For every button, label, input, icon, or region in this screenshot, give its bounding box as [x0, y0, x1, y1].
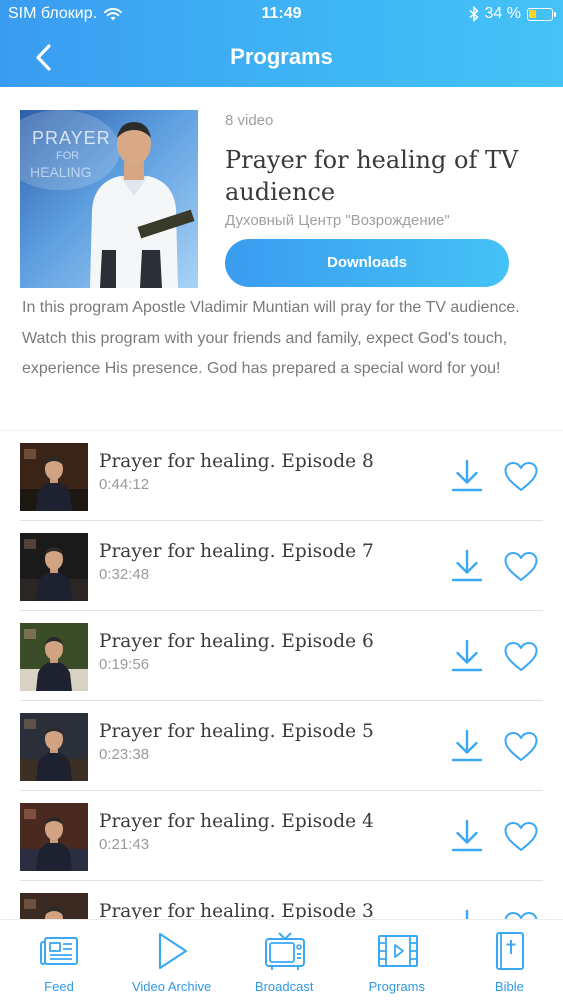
download-icon — [451, 729, 483, 762]
episode-thumbnail — [20, 893, 88, 919]
download-icon — [451, 549, 483, 582]
episode-favorite-button[interactable] — [503, 821, 539, 853]
tab-bar: Feed Video Archive Broadcast Programs Bible — [0, 919, 563, 1000]
program-title: Prayer for healing of TV audience — [225, 146, 519, 206]
tab-label: Feed — [44, 979, 74, 994]
film-icon — [377, 935, 418, 967]
heart-icon — [504, 462, 538, 491]
heart-icon — [504, 912, 538, 919]
episode-row[interactable]: Prayer for healing. Episode 5 0:23:38 — [0, 701, 563, 791]
episode-duration: 0:19:56 — [99, 656, 150, 673]
episode-title: Prayer for healing. Episode 3 — [99, 901, 374, 919]
heart-icon — [504, 732, 538, 761]
episode-thumbnail — [20, 443, 88, 511]
tab-label: Programs — [368, 979, 425, 994]
episode-download-button[interactable] — [450, 638, 484, 674]
episode-title: Prayer for healing. Episode 4 — [99, 811, 374, 832]
episode-row[interactable]: Prayer for healing. Episode 3 — [0, 881, 563, 919]
episode-download-button[interactable] — [450, 818, 484, 854]
newspaper-icon — [40, 937, 78, 965]
episode-favorite-button[interactable] — [503, 641, 539, 673]
tab-feed[interactable]: Feed — [3, 920, 115, 1000]
episode-list: Prayer for healing. Episode 8 0:44:12 Pray… — [0, 430, 563, 919]
episode-download-button[interactable] — [450, 458, 484, 494]
episode-row[interactable]: Prayer for healing. Episode 7 0:32:48 — [0, 521, 563, 611]
episode-thumbnail — [20, 713, 88, 781]
download-icon — [451, 459, 483, 492]
episode-title: Prayer for healing. Episode 8 — [99, 451, 374, 472]
battery-fill — [529, 9, 536, 18]
episode-duration: 0:44:12 — [99, 476, 150, 493]
battery-icon — [527, 7, 556, 21]
episode-row[interactable]: Prayer for healing. Episode 8 0:44:12 — [0, 431, 563, 521]
heart-icon — [504, 642, 538, 671]
episode-duration: 0:21:43 — [99, 836, 150, 853]
top-bar: SIM блокир. 11:49 34 % Programs — [0, 0, 563, 87]
battery-percent: 34 % — [484, 5, 521, 22]
download-icon — [465, 909, 469, 919]
heart-icon — [504, 552, 538, 581]
preacher-figure — [20, 110, 195, 288]
nav-bar: Programs — [0, 30, 563, 87]
program-description: In this program Apostle Vladimir Muntian… — [22, 299, 520, 377]
play-icon — [158, 932, 187, 970]
episode-title: Prayer for healing. Episode 7 — [99, 541, 374, 562]
episode-duration: 0:23:38 — [99, 746, 150, 763]
tab-programs[interactable]: Programs — [341, 920, 453, 1000]
status-bar: SIM блокир. 11:49 34 % — [0, 0, 563, 30]
program-content: PRAYER FOR HEALING 8 video Prayer for he… — [0, 87, 563, 919]
tab-video-archive[interactable]: Video Archive — [116, 920, 228, 1000]
tab-label: Video Archive — [131, 979, 212, 994]
downloads-button[interactable]: Downloads — [225, 239, 509, 287]
episode-favorite-button[interactable] — [503, 911, 539, 919]
video-count: 8 video — [225, 112, 274, 129]
tab-bible[interactable]: Bible — [453, 920, 563, 1000]
episode-download-button[interactable] — [450, 908, 484, 919]
episode-download-button[interactable] — [450, 728, 484, 764]
download-icon — [451, 819, 483, 852]
episode-duration: 0:32:48 — [99, 566, 150, 583]
episode-row[interactable]: Prayer for healing. Episode 6 0:19:56 — [0, 611, 563, 701]
episode-favorite-button[interactable] — [503, 551, 539, 583]
bluetooth-icon — [469, 6, 479, 22]
episode-thumbnail — [20, 533, 88, 601]
tab-broadcast[interactable]: Broadcast — [228, 920, 340, 1000]
tab-label: Bible — [494, 979, 524, 994]
episode-title: Prayer for healing. Episode 6 — [99, 631, 374, 652]
episode-download-button[interactable] — [450, 548, 484, 584]
program-cover-image: PRAYER FOR HEALING — [20, 110, 198, 288]
episode-thumbnail — [20, 623, 88, 691]
tv-icon — [265, 932, 306, 970]
download-icon — [451, 639, 483, 672]
status-right: 34 % — [469, 5, 556, 23]
page-title: Programs — [230, 44, 333, 69]
episode-favorite-button[interactable] — [503, 731, 539, 763]
heart-icon — [504, 822, 538, 851]
bible-icon — [496, 932, 525, 970]
episode-row[interactable]: Prayer for healing. Episode 4 0:21:43 — [0, 791, 563, 881]
episode-title: Prayer for healing. Episode 5 — [99, 721, 374, 742]
episode-favorite-button[interactable] — [503, 461, 539, 493]
tab-label: Broadcast — [254, 979, 314, 994]
episode-thumbnail — [20, 803, 88, 871]
program-author: Духовный Центр "Возрождение" — [225, 212, 450, 229]
